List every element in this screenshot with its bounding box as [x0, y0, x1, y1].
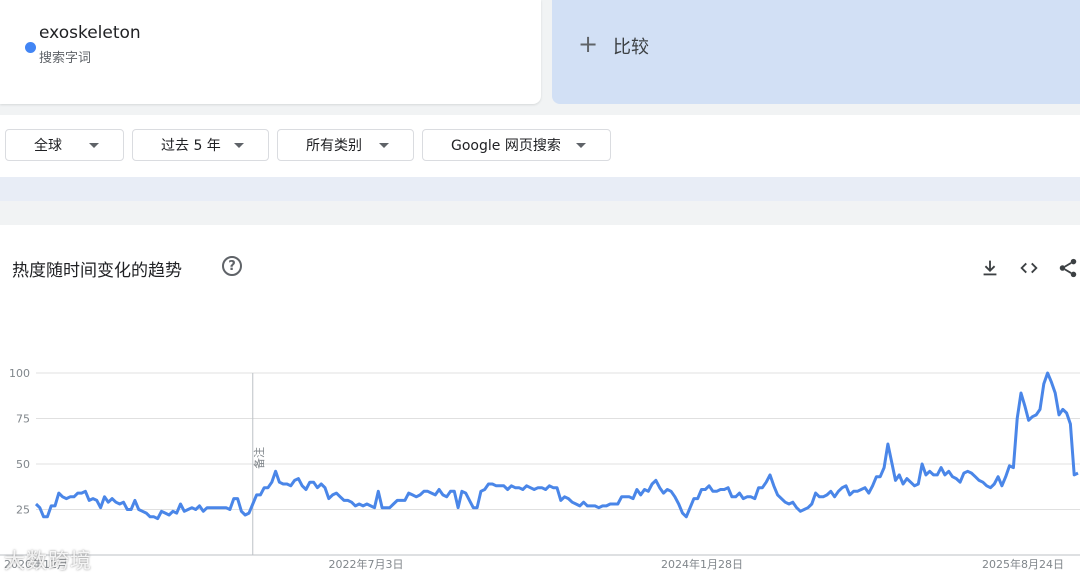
- interest-over-time-card: 热度随时间变化的趋势 ? 25 50 75 100 备注 2020年12月 2022年7…: [0, 225, 1080, 581]
- caret-down-icon: [576, 143, 586, 148]
- series-line[interactable]: [34, 371, 1079, 521]
- trend-chart: 255075100 备注 2020年12月 2022年7月3日 2024年1月28日…: [0, 367, 1080, 571]
- category-filter-label: 所有类别: [306, 138, 362, 154]
- caret-down-icon: [379, 143, 389, 148]
- y-tick-label: 50: [16, 458, 30, 471]
- search-term-card[interactable]: exoskeleton 搜索字词: [0, 0, 541, 104]
- caret-down-icon: [234, 143, 244, 148]
- compare-button[interactable]: + 比较: [552, 0, 1080, 104]
- region-filter-label: 全球: [34, 138, 62, 154]
- plus-icon: +: [578, 30, 599, 58]
- spacer-band: [0, 201, 1080, 225]
- search-term-sublabel: 搜索字词: [39, 51, 92, 66]
- annotation-label: 备注: [252, 447, 266, 469]
- search-term-name[interactable]: exoskeleton: [39, 23, 141, 43]
- category-filter[interactable]: 所有类别: [277, 129, 414, 161]
- y-tick-label: 25: [16, 504, 30, 517]
- region-filter[interactable]: 全球: [5, 129, 124, 161]
- time-filter[interactable]: 过去 5 年: [132, 129, 269, 161]
- caret-down-icon: [89, 143, 99, 148]
- x-tick-label: 2024年1月28日: [661, 557, 743, 571]
- search-type-filter-label: Google 网页搜索: [451, 138, 561, 154]
- x-tick-label: 2025年8月24日: [982, 557, 1064, 571]
- notice-band: [0, 177, 1080, 201]
- y-tick-label: 100: [9, 367, 30, 380]
- search-type-filter[interactable]: Google 网页搜索: [422, 129, 611, 161]
- x-tick-label: 2022年7月3日: [329, 557, 404, 571]
- compare-label: 比较: [613, 37, 649, 58]
- watermark-text: 大数跨境: [4, 549, 92, 573]
- filter-bar: 全球 过去 5 年 所有类别 Google 网页搜索: [0, 115, 1080, 177]
- term-color-dot: [25, 42, 36, 53]
- y-tick-label: 75: [16, 413, 30, 426]
- time-filter-label: 过去 5 年: [161, 138, 221, 154]
